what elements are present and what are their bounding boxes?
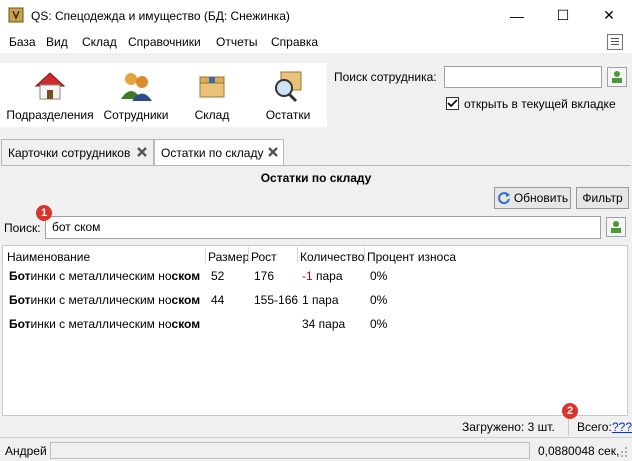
refresh-icon (497, 192, 510, 205)
column-header-size[interactable]: Размер (208, 250, 249, 264)
cell-size: 52 (211, 269, 225, 283)
refresh-label: Обновить (513, 191, 569, 205)
tab-employee-cards[interactable]: Карточки сотрудников (1, 139, 154, 165)
magnifier-box-icon (275, 71, 302, 103)
minimize-button[interactable]: — (494, 0, 540, 31)
column-header-wear[interactable]: Процент износа (367, 250, 456, 264)
tab-label: Карточки сотрудников (8, 146, 131, 160)
total-value-link[interactable]: ??? (612, 420, 632, 434)
search-input-value: бот ском (52, 220, 101, 234)
open-in-tab-label: открыть в текущей вкладке (464, 97, 616, 111)
menu-reports[interactable]: Отчеты (216, 35, 257, 49)
menu-help[interactable]: Справка (271, 35, 318, 49)
box-icon (199, 76, 225, 98)
cell-size: 44 (211, 293, 225, 307)
column-divider (364, 247, 365, 263)
menu-warehouse[interactable]: Склад (82, 35, 117, 49)
person-search-icon (612, 71, 622, 83)
close-tab-icon[interactable] (266, 145, 280, 159)
search-label: Поиск: (4, 221, 41, 235)
name-highlight: ском (171, 269, 201, 283)
column-header-height[interactable]: Рост (251, 250, 277, 264)
house-icon (34, 72, 66, 100)
people-icon (121, 73, 152, 101)
list-icon[interactable] (607, 34, 623, 50)
loaded-count: Загружено: 3 шт. (462, 420, 555, 434)
cell-quantity: 1 пара (302, 293, 339, 307)
name-text: инки с металлическим но (30, 317, 172, 331)
toolbar-label: Подразделения (6, 108, 94, 122)
table-row[interactable]: Ботинки с металлическим носком (9, 293, 200, 307)
annotation-badge-1: 1 (36, 205, 52, 221)
search-person-button[interactable] (606, 217, 626, 237)
filter-button[interactable]: Фильтр (576, 187, 629, 209)
menu-base[interactable]: База (9, 35, 36, 49)
name-highlight: Бот (9, 293, 31, 307)
open-in-tab-checkbox[interactable] (446, 97, 459, 110)
status-user: Андрей (5, 444, 47, 458)
cell-height: 155-166 (254, 293, 299, 307)
app-icon (8, 7, 24, 23)
cell-wear: 0% (370, 269, 388, 283)
tab-warehouse-balances[interactable]: Остатки по складу (154, 139, 284, 166)
toolbar-warehouse-button[interactable]: Склад (176, 63, 248, 127)
table-row[interactable]: Ботинки с металлическим носком (9, 269, 200, 283)
maximize-button[interactable]: ☐ (540, 0, 586, 31)
qty-number-negative: -1 (302, 269, 313, 283)
total-label: Всего: (577, 420, 612, 434)
toolbar-employees-button[interactable]: Сотрудники (100, 63, 172, 127)
name-highlight: ском (171, 317, 201, 331)
status-time: 0,0880048 сек. (538, 444, 620, 458)
page-title: Остатки по складу (260, 171, 372, 185)
close-tab-icon[interactable] (135, 145, 149, 159)
name-highlight: ском (171, 293, 201, 307)
annotation-badge-2: 2 (562, 403, 578, 419)
column-divider (205, 247, 206, 263)
toolbar-label: Остатки (265, 108, 311, 122)
refresh-button[interactable]: Обновить (494, 187, 571, 209)
name-highlight: Бот (9, 269, 31, 283)
name-text: инки с металлическим но (30, 293, 172, 307)
column-divider (297, 247, 298, 263)
cell-height: 176 (254, 269, 275, 283)
resize-grip-icon[interactable] (616, 446, 628, 458)
check-icon (447, 99, 458, 108)
menu-references[interactable]: Справочники (128, 35, 201, 49)
person-search-icon (611, 221, 621, 233)
employee-search-button[interactable] (607, 67, 627, 87)
status-divider (0, 437, 632, 438)
column-header-name[interactable]: Наименование (7, 250, 90, 264)
window-title: QS: Спецодежда и имущество (БД: Снежинка… (31, 9, 290, 23)
close-button[interactable]: ✕ (586, 0, 632, 31)
toolbar-label: Сотрудники (103, 108, 169, 122)
tab-label: Остатки по складу (161, 146, 264, 160)
cell-quantity: -1 пара (302, 269, 343, 283)
column-divider (248, 247, 249, 263)
filter-label: Фильтр (582, 191, 623, 205)
toolbar-balances-button[interactable]: Остатки (252, 63, 324, 127)
qty-unit: пара (312, 269, 343, 283)
column-header-quantity[interactable]: Количество (300, 250, 364, 264)
status-progress (50, 442, 530, 459)
toolbar-departments-button[interactable]: Подразделения (4, 63, 96, 127)
search-input[interactable]: бот ском (45, 216, 601, 239)
name-highlight: Бот (9, 317, 31, 331)
menu-view[interactable]: Вид (46, 35, 68, 49)
cell-wear: 0% (370, 293, 388, 307)
table-row[interactable]: Ботинки с металлическим носком (9, 317, 200, 331)
employee-search-label: Поиск сотрудника: (334, 70, 437, 84)
cell-quantity: 34 пара (302, 317, 346, 331)
toolbar-label: Склад (194, 108, 230, 122)
employee-search-input[interactable] (444, 66, 602, 88)
cell-wear: 0% (370, 317, 388, 331)
name-text: инки с металлическим но (30, 269, 172, 283)
